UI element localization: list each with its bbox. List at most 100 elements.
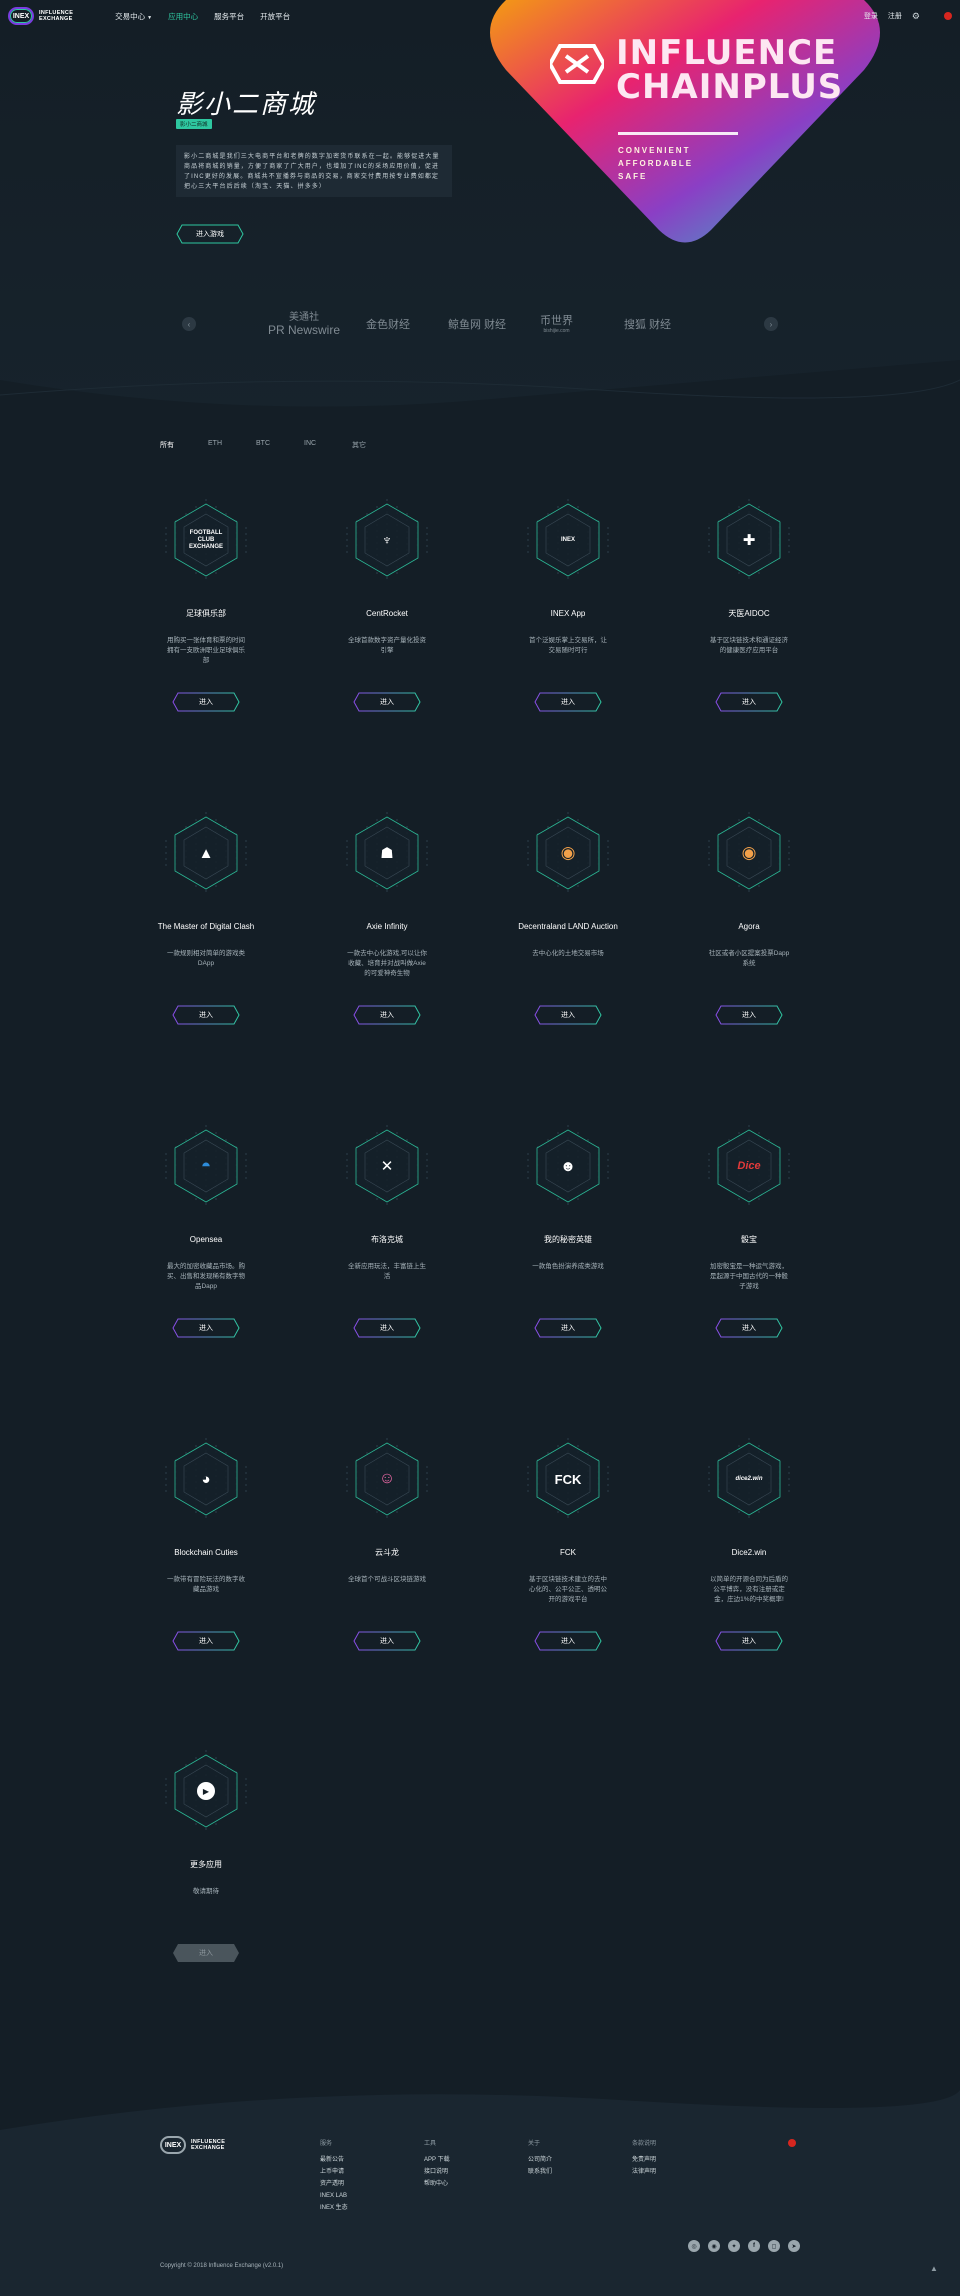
app-card: ☺ 云斗龙 全球首个可战斗区块链游戏 进入 [317,1429,457,1651]
footer-logo-line-2: EXCHANGE [191,2145,225,2151]
enter-app-button[interactable]: 进入 [353,1005,421,1025]
enter-app-button[interactable]: 进入 [172,1318,240,1338]
app-logo-icon: ◉ [741,843,757,862]
enter-app-button[interactable]: 进入 [534,1631,602,1651]
app-hex-icon: INEX [518,490,618,590]
nav-trading-center[interactable]: 交易中心 ▼ [115,11,152,22]
enter-app-button[interactable]: 进入 [715,1318,783,1338]
nav-app-center[interactable]: 应用中心 [168,11,198,22]
app-logo-icon: ▲ [198,844,214,862]
enter-app-button[interactable]: 进入 [715,692,783,712]
wechat-icon[interactable]: ◎ [688,2240,700,2252]
footer-column: 条款说明 免责声明 法律声明 [632,2138,656,2178]
app-description: 敬请期待 [193,1888,219,1895]
language-flag-icon[interactable] [944,12,952,20]
enter-app-button[interactable]: 进入 [534,1005,602,1025]
register-link[interactable]: 注册 [888,11,902,21]
app-description: 一款带有冒险玩法的数字收藏品游戏 [167,1576,245,1593]
footer-language-flag-icon[interactable] [788,2139,796,2147]
app-hex-icon: ☻ [518,1116,618,1216]
footer-link[interactable]: 资产透明 [320,2178,348,2190]
enter-app-button[interactable]: 进入 [353,692,421,712]
app-card: ☗ Axie Infinity 一款去中心化游戏,可以让你收藏、培育并对战叫做Axi… [317,803,457,1025]
app-description: 全新应用玩法，丰富链上生活 [348,1263,426,1280]
footer-column-heading: 服务 [320,2141,333,2147]
enter-app-button[interactable]: 进入 [172,1005,240,1025]
twitter-icon[interactable]: ✦ [728,2240,740,2252]
app-card: ◕ Blockchain Cuties 一款带有冒险玩法的数字收藏品游戏 进入 [136,1429,276,1651]
main-nav: 交易中心 ▼ 应用中心 服务平台 开放平台 [115,11,290,22]
app-logo-icon: ♆ [381,531,393,549]
footer-link[interactable]: 法律声明 [632,2166,656,2178]
footer-link[interactable]: 上币申请 [320,2166,348,2178]
app-hex-icon: ◉ [518,803,618,903]
enter-app-button[interactable]: 进入 [534,1318,602,1338]
enter-app-button[interactable]: 进入 [172,1631,240,1651]
telegram-icon[interactable]: ➤ [788,2240,800,2252]
app-center-page: INFLUENCE CHAINPLUS CONVENIENT AFFORDABL… [0,0,960,2296]
enter-app-button[interactable]: 进入 [172,692,240,712]
social-links: ◎ ◉ ✦ f ◻ ➤ [688,2240,800,2252]
app-hex-icon: ▲ [156,803,256,903]
footer-link[interactable]: 最新公告 [320,2154,348,2166]
enter-app-button[interactable]: 进入 [715,1005,783,1025]
enter-game-button[interactable]: 进入游戏 [176,224,244,244]
facebook-icon[interactable]: f [748,2240,760,2252]
enter-app-button[interactable]: 进入 [353,1318,421,1338]
app-name: Dice2.win [731,1548,767,1557]
app-hex-icon: ☗ [337,803,437,903]
filter-inc[interactable]: INC [304,440,352,450]
footer-link[interactable]: 接口说明 [424,2166,450,2178]
footer-link[interactable]: 联系我们 [528,2166,552,2178]
footer-link[interactable]: INEX LAB [320,2190,348,2202]
inex-logo[interactable]: INEX INFLUENCE EXCHANGE [8,7,73,25]
app-hex-icon: ◕ [156,1429,256,1529]
footer-link[interactable]: APP 下载 [424,2154,450,2166]
enter-app-button[interactable]: 进入 [353,1631,421,1651]
app-description: 最大的加密收藏品市场。购买、出售和发现稀有数字物品Dapp [167,1263,245,1290]
footer-column-heading: 工具 [424,2141,437,2147]
weibo-icon[interactable]: ◉ [708,2240,720,2252]
footer-column: 工具 APP 下载 接口说明 帮助中心 [424,2138,450,2190]
app-logo-icon: ◉ [560,843,576,862]
nav-open-platform[interactable]: 开放平台 [260,11,290,22]
app-description: 基于区块链技术建立的去中心化的、公平公正、透明公开的游戏平台 [529,1576,607,1603]
back-to-top-icon[interactable]: ▲ [930,2264,938,2273]
instagram-icon[interactable]: ◻ [768,2240,780,2252]
footer-link[interactable]: 免责声明 [632,2154,656,2166]
footer-link[interactable]: INEX 生态 [320,2202,348,2214]
footer-link[interactable]: 公司简介 [528,2154,552,2166]
filter-eth[interactable]: ETH [208,440,256,450]
carousel-prev-button[interactable]: ‹ [182,317,196,331]
app-hex-icon: FCK [518,1429,618,1529]
footer-logo[interactable]: INEX INFLUENCE EXCHANGE [160,2136,225,2154]
nav-service-platform[interactable]: 服务平台 [214,11,244,22]
app-description: 一款规则相对简单的游戏类DApp [167,950,245,967]
app-name: Decentraland LAND Auction [518,922,618,931]
carousel-next-button[interactable]: › [764,317,778,331]
app-hex-icon: ◉ [699,803,799,903]
app-name: Blockchain Cuties [174,1548,238,1557]
gear-icon[interactable]: ⚙ [912,11,920,22]
footer-column: 关于 公司简介 联系我们 [528,2138,552,2178]
enter-app-button[interactable]: 进入 [534,692,602,712]
app-logo-icon: ▶ [156,1741,256,1841]
footer-link[interactable]: 帮助中心 [424,2178,450,2190]
login-link[interactable]: 登录 [864,11,878,21]
app-card: ✕ 布洛克城 全新应用玩法，丰富链上生活 进入 [317,1116,457,1338]
app-card: INEX INEX App 首个泛娱乐掌上交易所，让交易随时可行 进入 [498,490,638,712]
top-nav-bar: INEX INFLUENCE EXCHANGE 交易中心 ▼ 应用中心 服务平台 … [0,0,960,32]
enter-app-button[interactable]: 进入 [715,1631,783,1651]
footer-column: 服务最新公告 上币申请 资产透明 INEX LAB INEX 生态 [320,2138,348,2214]
partner-logo-prnewswire: 美通社 PR Newswire [268,312,341,337]
app-logo-icon: INEX [560,537,575,543]
hero-wave [0,360,960,420]
app-logo-icon: dice2.win [735,1476,763,1482]
app-card: ☻ 我的秘密英雄 一款角色扮演养成类游戏 进入 [498,1116,638,1338]
filter-all[interactable]: 所有 [160,440,208,450]
filter-btc[interactable]: BTC [256,440,304,450]
chainplus-logo-icon [550,44,604,84]
filter-other[interactable]: 其它 [352,440,400,450]
app-card: ♆ CentRocket 全球首款数字资产量化投资引擎 进入 [317,490,457,712]
app-hex-icon: ☺ [337,1429,437,1529]
